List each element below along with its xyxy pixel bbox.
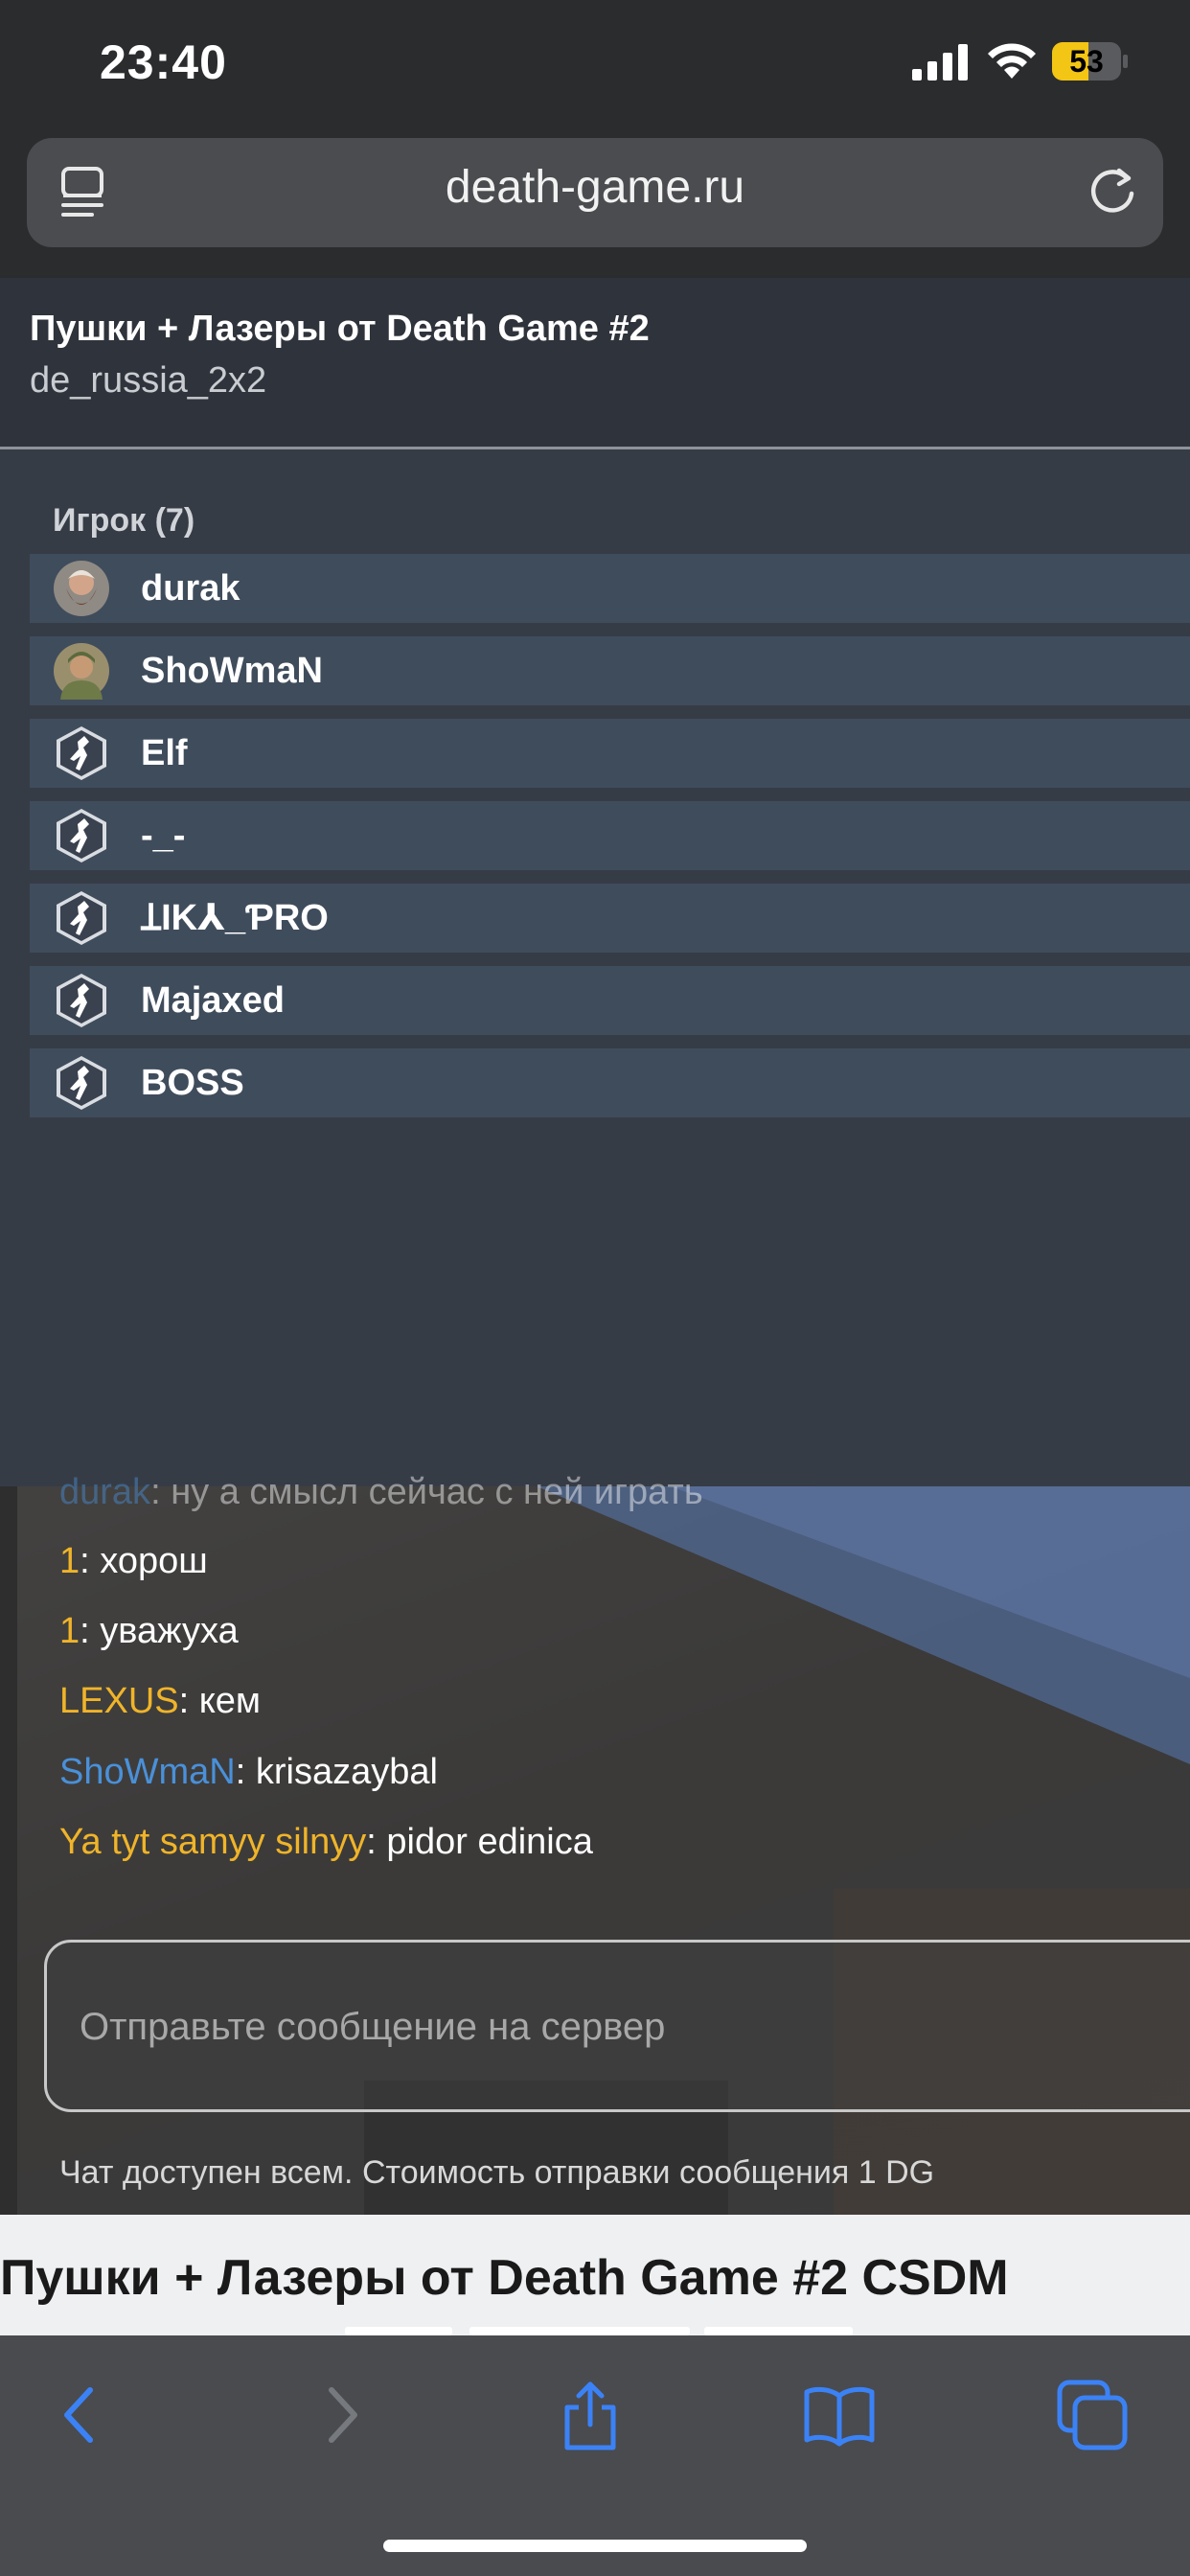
chat-text: pidor edinica <box>386 1822 593 1862</box>
home-indicator <box>383 2540 807 2552</box>
server-title: Пушки + Лазеры от Death Game #2 <box>30 309 650 349</box>
share-icon[interactable] <box>554 2379 627 2451</box>
chat-separator: : <box>80 1611 90 1651</box>
cellular-signal-icon <box>912 44 968 80</box>
player-row[interactable]: Majaxed <box>30 966 1190 1035</box>
player-name: -_- <box>141 816 186 856</box>
battery-icon: 53 <box>1052 42 1129 80</box>
chat-separator: : <box>178 1681 190 1721</box>
page-tabs-edge <box>345 2327 853 2335</box>
chat-text: хорош <box>100 1541 208 1581</box>
chat-nick[interactable]: LEXUS <box>59 1681 179 1721</box>
chat-separator: : <box>366 1822 377 1862</box>
chat-message: LEXUS: кем <box>59 1681 261 1722</box>
chat-nick[interactable]: Ya tyt samyy silnyy <box>59 1822 366 1862</box>
chat-nick[interactable]: 1 <box>59 1611 80 1651</box>
player-name: BOSS <box>141 1063 244 1103</box>
chat-text: ну а смысл сейчас с ней играть <box>171 1472 703 1512</box>
wifi-icon <box>988 43 1036 79</box>
page-title: Пушки + Лазеры от Death Game #2 CSDM <box>0 2250 1009 2306</box>
players-heading: Игрок (7) <box>53 502 195 539</box>
counter-strike-logo-icon <box>57 809 106 862</box>
url-text[interactable]: death-game.ru <box>0 161 1190 214</box>
tabs-icon[interactable] <box>1056 2379 1129 2451</box>
chat-separator: : <box>150 1472 161 1512</box>
status-time: 23:40 <box>100 35 227 89</box>
chat-message: ShoWmaN: krisazaybal <box>59 1752 438 1793</box>
chat-text: krisazaybal <box>255 1752 438 1792</box>
player-name: ShoWmaN <box>141 651 323 691</box>
chat-note: Чат доступен всем. Стоимость отправки со… <box>59 2154 935 2191</box>
counter-strike-logo-icon <box>57 974 106 1027</box>
chat-message: 1: уважуха <box>59 1611 239 1652</box>
server-map: de_russia_2x2 <box>30 360 267 401</box>
back-icon[interactable] <box>46 2379 119 2451</box>
chat-separator: : <box>80 1541 90 1581</box>
counter-strike-logo-icon <box>57 891 106 945</box>
chat-nick[interactable]: ShoWmaN <box>59 1752 236 1792</box>
player-name: ꞱIK⅄_ƤRO <box>141 898 329 938</box>
chat-input[interactable] <box>78 1943 1135 2111</box>
player-name: durak <box>141 568 240 609</box>
chat-message: 1: хорош <box>59 1541 208 1582</box>
forward-icon[interactable] <box>303 2379 376 2451</box>
chat-message: Ya tyt samyy silnyy: pidor edinica <box>59 1822 593 1863</box>
chat-text: кем <box>198 1681 262 1721</box>
player-row[interactable]: ꞱIK⅄_ƤRO <box>30 884 1190 953</box>
player-row[interactable]: BOSS <box>30 1048 1190 1117</box>
player-row[interactable]: -_- <box>30 801 1190 870</box>
player-name: Majaxed <box>141 980 285 1021</box>
counter-strike-logo-icon <box>57 1056 106 1110</box>
counter-strike-logo-icon <box>57 726 106 780</box>
chat-message: durak: ну а смысл сейчас с ней играть <box>59 1472 703 1513</box>
chat-message-field[interactable] <box>44 1940 1190 2112</box>
player-row[interactable]: Elf <box>30 719 1190 788</box>
chat-nick[interactable]: durak <box>59 1472 150 1512</box>
battery-percent: 53 <box>1069 44 1104 79</box>
reload-icon[interactable] <box>1085 163 1140 218</box>
player-avatar <box>54 643 109 700</box>
chat-separator: : <box>235 1752 246 1792</box>
player-row[interactable]: ShoWmaN <box>30 636 1190 705</box>
bookmarks-icon[interactable] <box>803 2379 876 2451</box>
player-row[interactable]: durak <box>30 554 1190 623</box>
player-avatar <box>54 561 109 616</box>
chat-nick[interactable]: 1 <box>59 1541 80 1581</box>
chat-text: уважуха <box>100 1611 239 1651</box>
player-name: Elf <box>141 733 188 773</box>
